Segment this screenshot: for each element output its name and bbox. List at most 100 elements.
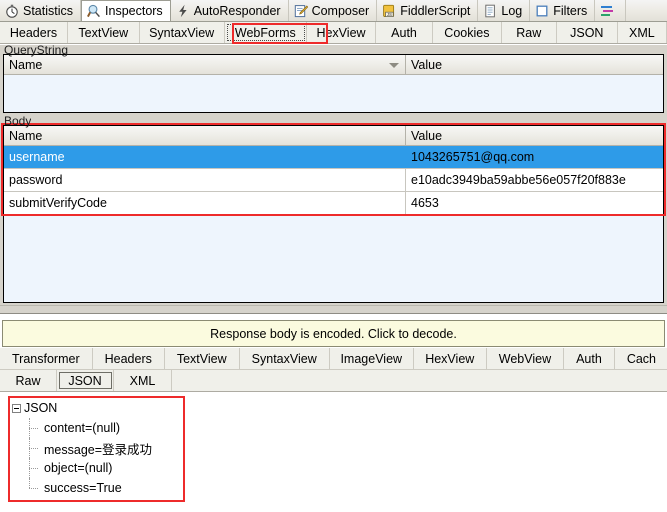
main-tab-composer[interactable]: Composer: [289, 0, 378, 21]
body-row-value: 4653: [411, 196, 439, 210]
tab-label: SyntaxView: [251, 351, 317, 366]
tab-cookies[interactable]: Cookies: [433, 22, 502, 43]
querystring-col-value[interactable]: Value: [406, 55, 663, 74]
main-tab-label: FiddlerScript: [400, 3, 471, 18]
tab-xml[interactable]: XML: [618, 22, 667, 43]
tab-raw[interactable]: Raw: [502, 22, 557, 43]
tab-label: JSON: [570, 25, 604, 40]
tab-label: HexView: [425, 351, 475, 366]
main-tab-autoresponder[interactable]: AutoResponder: [171, 0, 289, 21]
tab-label: JSON: [68, 373, 102, 388]
main-tab-inspectors[interactable]: Inspectors: [81, 0, 171, 21]
response-decode-notice-text: Response body is encoded. Click to decod…: [210, 326, 457, 341]
response-json-tree-pane[interactable]: JSON content=(null) message=登录成功 object=…: [0, 392, 667, 512]
column-label: Name: [9, 57, 43, 72]
querystring-grid[interactable]: Name Value: [3, 54, 664, 113]
lightning-icon: [178, 4, 187, 17]
body-row-value: 1043265751@qq.com: [411, 150, 535, 164]
tab-headers[interactable]: Headers: [0, 22, 68, 43]
resp-tab-textview[interactable]: TextView: [165, 348, 240, 369]
json-root-label: JSON: [24, 401, 58, 415]
resp-tab-webview[interactable]: WebView: [487, 348, 565, 369]
body-caption: Body: [4, 116, 32, 128]
main-tab-filters[interactable]: Filters: [530, 0, 596, 21]
column-label: Value: [411, 57, 443, 72]
main-tab-statistics[interactable]: Statistics: [0, 0, 82, 21]
tab-label: ImageView: [340, 351, 403, 366]
json-tree-root-node[interactable]: JSON: [12, 398, 152, 418]
tab-label: XML: [629, 25, 655, 40]
tab-label: WebForms: [234, 25, 296, 40]
list-item[interactable]: message=登录成功: [28, 438, 152, 458]
tab-label: Auth: [391, 25, 417, 40]
main-tab-log[interactable]: Log: [478, 0, 531, 21]
collapse-minus-icon[interactable]: [12, 403, 21, 413]
json-node-text: message=登录成功: [44, 442, 153, 457]
main-tab-label: AutoResponder: [193, 3, 281, 18]
list-item[interactable]: content=(null): [28, 418, 152, 438]
magnifier-icon: [87, 4, 100, 18]
resp-tab-xml[interactable]: XML: [114, 370, 172, 391]
tab-label: TextView: [78, 25, 129, 40]
tab-label: XML: [129, 373, 156, 388]
json-tree: JSON content=(null) message=登录成功 object=…: [12, 398, 152, 498]
resp-tab-json[interactable]: JSON: [57, 370, 114, 391]
list-item[interactable]: success=True: [28, 478, 152, 498]
json-node-text: success=True: [44, 481, 122, 495]
tab-hexview[interactable]: HexView: [307, 22, 376, 43]
tab-label: Headers: [104, 351, 152, 366]
resp-tab-strip-filler: [172, 370, 667, 391]
tab-label: Cookies: [444, 25, 490, 40]
tab-label: Transformer: [12, 351, 80, 366]
json-node-text: content=(null): [44, 421, 121, 435]
tab-auth[interactable]: Auth: [376, 22, 434, 43]
resp-tab-syntaxview[interactable]: SyntaxView: [240, 348, 330, 369]
tab-label: TextView: [176, 351, 227, 366]
request-inspector-tab-strip[interactable]: Headers TextView SyntaxView WebForms Hex…: [0, 22, 667, 44]
resp-tab-headers[interactable]: Headers: [93, 348, 165, 369]
tab-label: HexView: [316, 25, 366, 40]
stopwatch-icon: [6, 4, 18, 18]
main-tab-fiddlerscript[interactable]: JS FiddlerScript: [377, 0, 479, 21]
pencil-note-icon: [294, 4, 308, 17]
tab-webforms[interactable]: WebForms: [225, 22, 307, 43]
tab-label: Raw: [15, 373, 41, 388]
querystring-empty-area: [4, 75, 663, 112]
body-col-name[interactable]: Name: [4, 126, 406, 145]
column-label: Value: [411, 128, 443, 143]
tab-label: Auth: [576, 351, 602, 366]
body-row-name: submitVerifyCode: [4, 192, 406, 214]
resp-tab-auth[interactable]: Auth: [564, 348, 615, 369]
body-row-value: e10adc3949ba59abbe56e057f20f883e: [411, 173, 626, 187]
table-row[interactable]: password e10adc3949ba59abbe56e057f20f883…: [4, 169, 663, 192]
main-tab-timeline[interactable]: [595, 0, 627, 21]
response-inspector-tab-strip-row1[interactable]: Transformer Headers TextView SyntaxView …: [0, 348, 667, 370]
tab-textview[interactable]: TextView: [68, 22, 140, 43]
horizontal-splitter[interactable]: [0, 305, 667, 314]
body-row-name: password: [4, 169, 406, 191]
resp-tab-imageview[interactable]: ImageView: [330, 348, 414, 369]
tab-syntaxview[interactable]: SyntaxView: [140, 22, 225, 43]
querystring-caption: QueryString: [4, 45, 69, 57]
body-grid[interactable]: Name Value username 1043265751@qq.com pa…: [3, 125, 664, 303]
list-item[interactable]: object=(null): [28, 458, 152, 478]
body-empty-area: [4, 215, 663, 302]
resp-tab-raw[interactable]: Raw: [0, 370, 57, 391]
table-row[interactable]: username 1043265751@qq.com: [4, 146, 663, 169]
resp-tab-transformer[interactable]: Transformer: [0, 348, 93, 369]
response-inspector-tab-strip-row2[interactable]: Raw JSON XML: [0, 370, 667, 392]
tab-label: SyntaxView: [149, 25, 215, 40]
tab-label: Cach: [626, 351, 656, 366]
response-decode-notice[interactable]: Response body is encoded. Click to decod…: [2, 320, 665, 347]
body-col-value[interactable]: Value: [406, 126, 663, 145]
resp-tab-caching[interactable]: Cach: [615, 348, 667, 369]
js-script-icon: JS: [383, 4, 395, 17]
main-tab-strip[interactable]: Statistics Inspectors AutoResponder Comp…: [0, 0, 667, 22]
tab-label: Headers: [9, 25, 58, 40]
resp-tab-hexview[interactable]: HexView: [414, 348, 487, 369]
main-tab-label: Inspectors: [105, 4, 163, 18]
querystring-header-row: Name Value: [4, 55, 663, 75]
webforms-pane: QueryString Name Value Body Name Value u…: [0, 45, 667, 305]
tab-json[interactable]: JSON: [557, 22, 618, 43]
table-row[interactable]: submitVerifyCode 4653: [4, 192, 663, 215]
